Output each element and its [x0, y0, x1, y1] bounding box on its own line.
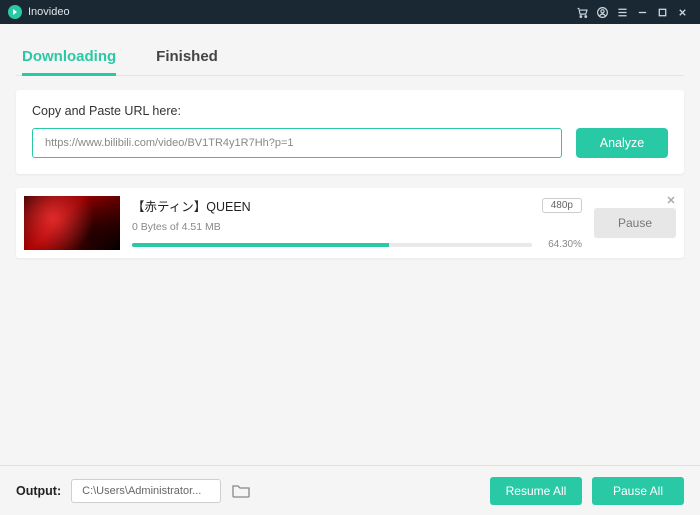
cart-icon[interactable]: [572, 2, 592, 22]
menu-icon[interactable]: [612, 2, 632, 22]
maximize-icon[interactable]: [652, 2, 672, 22]
footer: Output: Resume All Pause All: [0, 465, 700, 515]
analyze-button[interactable]: Analyze: [576, 128, 668, 158]
pause-all-button[interactable]: Pause All: [592, 477, 684, 505]
tab-downloading[interactable]: Downloading: [22, 42, 116, 75]
video-thumbnail: [24, 196, 120, 250]
download-item: 【赤ティン】QUEEN 480p 0 Bytes of 4.51 MB 64.3…: [16, 188, 684, 258]
titlebar: Inovideo: [0, 0, 700, 24]
resume-all-button[interactable]: Resume All: [490, 477, 582, 505]
progress-fill: [132, 243, 389, 247]
tabs: Downloading Finished: [16, 36, 684, 76]
progress-percent: 64.30%: [542, 239, 582, 250]
url-label: Copy and Paste URL here:: [32, 104, 668, 118]
minimize-icon[interactable]: [632, 2, 652, 22]
url-input[interactable]: [32, 128, 562, 158]
pause-button[interactable]: Pause: [594, 208, 676, 238]
main-content: Downloading Finished Copy and Paste URL …: [0, 24, 700, 465]
output-path-field[interactable]: [71, 479, 221, 503]
remove-item-icon[interactable]: [666, 192, 678, 204]
app-name: Inovideo: [28, 6, 70, 18]
download-title: 【赤ティン】QUEEN: [132, 196, 251, 215]
download-size-text: 0 Bytes of 4.51 MB: [132, 221, 582, 233]
resolution-badge[interactable]: 480p: [542, 198, 582, 213]
url-card: Copy and Paste URL here: Analyze: [16, 90, 684, 174]
app-logo-icon: [8, 5, 22, 19]
user-icon[interactable]: [592, 2, 612, 22]
tab-finished[interactable]: Finished: [156, 42, 218, 75]
browse-folder-icon[interactable]: [231, 482, 253, 500]
output-label: Output:: [16, 484, 61, 498]
close-icon[interactable]: [672, 2, 692, 22]
progress-bar: [132, 243, 532, 247]
